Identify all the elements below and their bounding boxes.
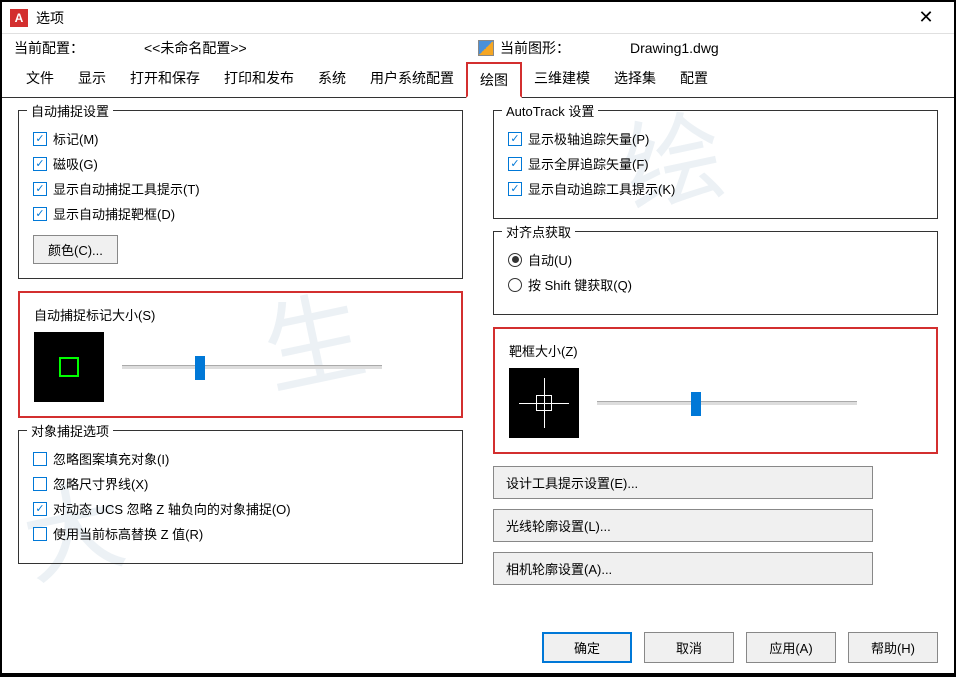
tab-open-save[interactable]: 打开和保存: [118, 62, 212, 97]
aperture-preview: [509, 368, 579, 438]
tab-3d-modeling[interactable]: 三维建模: [522, 62, 602, 97]
close-button[interactable]: ✕: [906, 3, 946, 33]
aperture-slider-thumb[interactable]: [691, 392, 701, 416]
shift-radio-row[interactable]: 按 Shift 键获取(Q): [508, 275, 923, 294]
drawing-icon: [478, 40, 494, 56]
track-tooltip-row[interactable]: 显示自动追踪工具提示(K): [508, 179, 923, 198]
aperture-size-slider[interactable]: [597, 401, 857, 405]
ignore-z-checkbox[interactable]: [33, 502, 47, 516]
magnet-label: 磁吸(G): [53, 154, 98, 173]
ignore-dim-row[interactable]: 忽略尺寸界线(X): [33, 474, 448, 493]
left-column: 自动捕捉设置 标记(M) 磁吸(G) 显示自动捕捉工具提示(T) 显示自动捕捉靶…: [18, 110, 463, 626]
current-config-value: <<未命名配置>>: [144, 38, 247, 58]
ignore-z-row[interactable]: 对动态 UCS 忽略 Z 轴负向的对象捕捉(O): [33, 499, 448, 518]
auto-radio[interactable]: [508, 253, 522, 267]
marker-label: 标记(M): [53, 129, 99, 148]
tab-user-pref[interactable]: 用户系统配置: [358, 62, 466, 97]
marker-slider-thumb[interactable]: [195, 356, 205, 380]
tab-selection[interactable]: 选择集: [602, 62, 668, 97]
tab-plot-publish[interactable]: 打印和发布: [212, 62, 306, 97]
footer: 确定 取消 应用(A) 帮助(H): [542, 632, 938, 663]
auto-radio-row[interactable]: 自动(U): [508, 250, 923, 269]
help-button[interactable]: 帮助(H): [848, 632, 938, 663]
tab-display[interactable]: 显示: [66, 62, 118, 97]
polar-label: 显示极轴追踪矢量(P): [528, 129, 649, 148]
shift-label: 按 Shift 键获取(Q): [528, 275, 632, 294]
marker-size-label: 自动捕捉标记大小(S): [34, 305, 447, 324]
polar-checkbox[interactable]: [508, 132, 522, 146]
magnet-checkbox-row[interactable]: 磁吸(G): [33, 154, 448, 173]
replace-z-checkbox[interactable]: [33, 527, 47, 541]
fullscreen-checkbox[interactable]: [508, 157, 522, 171]
alignment-group: 对齐点获取 自动(U) 按 Shift 键获取(Q): [493, 231, 938, 315]
titlebar: A 选项 ✕: [2, 2, 954, 34]
aperture-checkbox-row[interactable]: 显示自动捕捉靶框(D): [33, 204, 448, 223]
tooltip-checkbox[interactable]: [33, 182, 47, 196]
replace-z-label: 使用当前标高替换 Z 值(R): [53, 524, 203, 543]
drafting-tooltip-button[interactable]: 设计工具提示设置(E)...: [493, 466, 873, 499]
tooltip-label: 显示自动捕捉工具提示(T): [53, 179, 200, 198]
options-dialog: 绘 生 大 A 选项 ✕ 当前配置： <<未命名配置>> 当前图形： Drawi…: [2, 2, 954, 673]
marker-checkbox[interactable]: [33, 132, 47, 146]
marker-preview: [34, 332, 104, 402]
tabs: 文件 显示 打开和保存 打印和发布 系统 用户系统配置 绘图 三维建模 选择集 …: [2, 62, 954, 98]
ok-button[interactable]: 确定: [542, 632, 632, 663]
aperture-label: 显示自动捕捉靶框(D): [53, 204, 175, 223]
alignment-legend: 对齐点获取: [502, 222, 575, 241]
tab-profiles[interactable]: 配置: [668, 62, 720, 97]
ignore-hatch-label: 忽略图案填充对象(I): [53, 449, 169, 468]
tab-file[interactable]: 文件: [14, 62, 66, 97]
marker-size-slider[interactable]: [122, 365, 382, 369]
tab-drafting[interactable]: 绘图: [466, 62, 522, 98]
header-row: 当前配置： <<未命名配置>> 当前图形： Drawing1.dwg: [2, 34, 954, 62]
content: 自动捕捉设置 标记(M) 磁吸(G) 显示自动捕捉工具提示(T) 显示自动捕捉靶…: [2, 98, 954, 638]
osnap-options-group: 对象捕捉选项 忽略图案填充对象(I) 忽略尺寸界线(X) 对动态 UCS 忽略 …: [18, 430, 463, 564]
auto-label: 自动(U): [528, 250, 572, 269]
shift-radio[interactable]: [508, 278, 522, 292]
track-tooltip-checkbox[interactable]: [508, 182, 522, 196]
cancel-button[interactable]: 取消: [644, 632, 734, 663]
light-glyph-button[interactable]: 光线轮廓设置(L)...: [493, 509, 873, 542]
track-tooltip-label: 显示自动追踪工具提示(K): [528, 179, 675, 198]
aperture-checkbox[interactable]: [33, 207, 47, 221]
right-column: AutoTrack 设置 显示极轴追踪矢量(P) 显示全屏追踪矢量(F) 显示自…: [493, 110, 938, 626]
ignore-hatch-checkbox[interactable]: [33, 452, 47, 466]
ignore-dim-checkbox[interactable]: [33, 477, 47, 491]
autosnap-settings-group: 自动捕捉设置 标记(M) 磁吸(G) 显示自动捕捉工具提示(T) 显示自动捕捉靶…: [18, 110, 463, 279]
app-icon: A: [10, 9, 28, 27]
magnet-checkbox[interactable]: [33, 157, 47, 171]
autotrack-group: AutoTrack 设置 显示极轴追踪矢量(P) 显示全屏追踪矢量(F) 显示自…: [493, 110, 938, 219]
camera-glyph-button[interactable]: 相机轮廓设置(A)...: [493, 552, 873, 585]
tab-system[interactable]: 系统: [306, 62, 358, 97]
aperture-icon: [519, 378, 569, 428]
aperture-size-label: 靶框大小(Z): [509, 341, 922, 360]
marker-size-group: 自动捕捉标记大小(S): [18, 291, 463, 418]
color-button[interactable]: 颜色(C)...: [33, 235, 118, 264]
current-drawing-value: Drawing1.dwg: [630, 40, 719, 56]
autotrack-legend: AutoTrack 设置: [502, 101, 598, 120]
fullscreen-row[interactable]: 显示全屏追踪矢量(F): [508, 154, 923, 173]
ignore-hatch-row[interactable]: 忽略图案填充对象(I): [33, 449, 448, 468]
apply-button[interactable]: 应用(A): [746, 632, 836, 663]
fullscreen-label: 显示全屏追踪矢量(F): [528, 154, 649, 173]
osnap-legend: 对象捕捉选项: [27, 421, 113, 440]
replace-z-row[interactable]: 使用当前标高替换 Z 值(R): [33, 524, 448, 543]
ignore-dim-label: 忽略尺寸界线(X): [53, 474, 148, 493]
current-config-label: 当前配置：: [14, 38, 84, 58]
polar-row[interactable]: 显示极轴追踪矢量(P): [508, 129, 923, 148]
window-title: 选项: [36, 8, 906, 28]
snap-marker-icon: [59, 357, 79, 377]
aperture-size-group: 靶框大小(Z): [493, 327, 938, 454]
tooltip-checkbox-row[interactable]: 显示自动捕捉工具提示(T): [33, 179, 448, 198]
current-drawing-label: 当前图形：: [500, 38, 570, 58]
marker-checkbox-row[interactable]: 标记(M): [33, 129, 448, 148]
autosnap-legend: 自动捕捉设置: [27, 101, 113, 120]
ignore-z-label: 对动态 UCS 忽略 Z 轴负向的对象捕捉(O): [53, 499, 291, 518]
